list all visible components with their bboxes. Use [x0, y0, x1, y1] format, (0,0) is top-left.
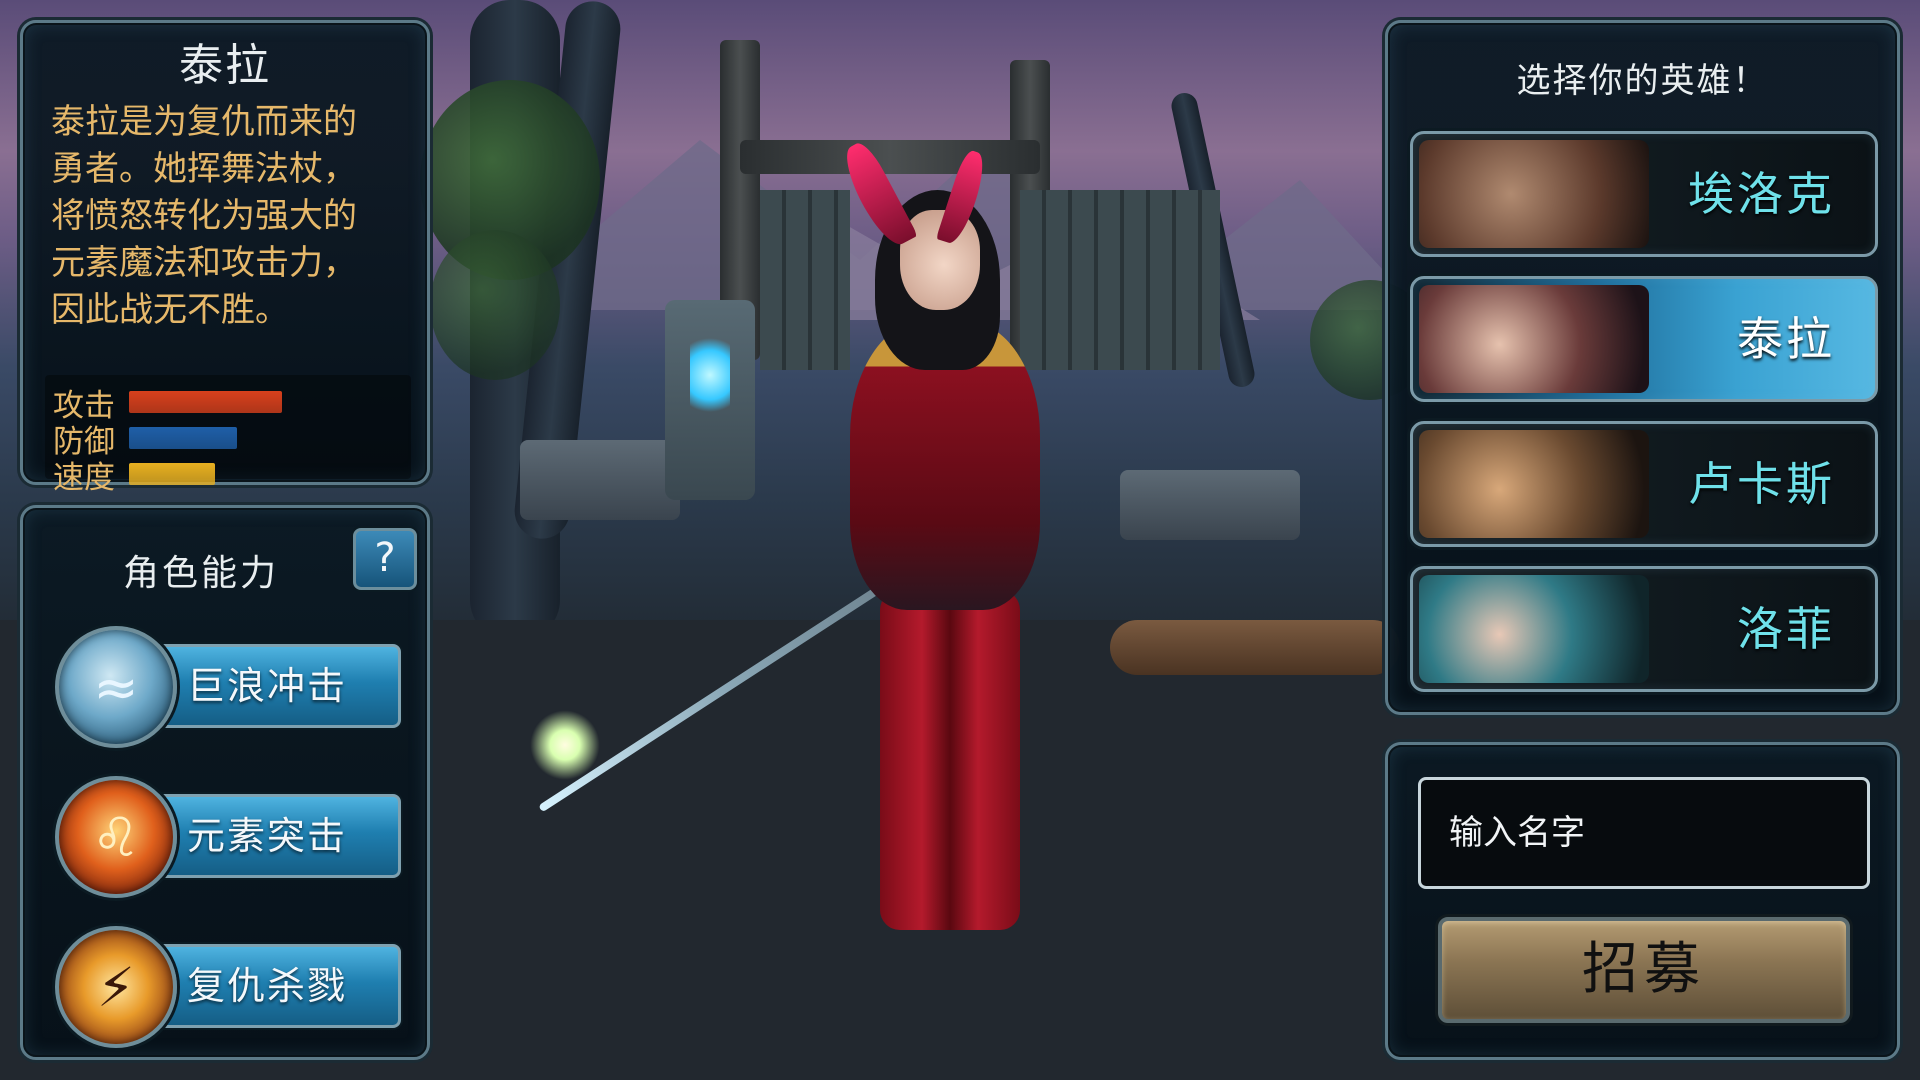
fire-lion-icon[interactable]: ♌ [55, 776, 177, 898]
ability-vengeance-slaughter[interactable]: 复仇杀戮 ⚡ [37, 918, 427, 1048]
log [1110, 620, 1400, 675]
hero-horn [836, 138, 918, 252]
ability-wave-strike[interactable]: 巨浪冲击 ≈ [37, 618, 427, 748]
abilities-title: 角色能力 [123, 553, 280, 594]
staff-orb-glow [530, 710, 600, 780]
hero-select-panel: 选择你的英雄！ 埃洛克 泰拉 卢卡斯 洛菲 [1385, 20, 1900, 715]
foliage [430, 230, 560, 380]
recruit-button[interactable]: 招募 [1438, 917, 1850, 1023]
stat-defense-bar [129, 427, 237, 449]
rock [1120, 470, 1300, 540]
hero-character-model[interactable] [530, 120, 1110, 960]
hero-legs [880, 590, 1020, 930]
hero-card-eloc[interactable]: 埃洛克 [1410, 131, 1878, 257]
name-input[interactable] [1418, 777, 1870, 889]
strike-icon[interactable]: ⚡ [55, 926, 177, 1048]
hero-description: 泰拉是为复仇而来的 勇者。她挥舞法杖， 将愤怒转化为强大的 元素魔法和攻击力， … [51, 102, 357, 330]
rock [520, 440, 680, 520]
hero-portrait [1419, 285, 1649, 393]
hero-card-tera[interactable]: 泰拉 [1410, 276, 1878, 402]
stat-speed: 速度 [53, 457, 215, 496]
stat-attack-bar [129, 391, 282, 413]
hero-card-name: 卢卡斯 [1688, 457, 1835, 511]
stat-speed-label: 速度 [53, 459, 115, 496]
hero-info-panel: 泰拉 泰拉是为复仇而来的 勇者。她挥舞法杖， 将愤怒转化为强大的 元素魔法和攻击… [20, 20, 430, 496]
hero-card-name: 泰拉 [1737, 312, 1835, 366]
hero-portrait [1419, 140, 1649, 248]
ability-elemental-assault[interactable]: 元素突击 ♌ [37, 768, 427, 898]
hero-card-luofei[interactable]: 洛菲 [1410, 566, 1878, 692]
abilities-panel: 角色能力 ? 巨浪冲击 ≈ 元素突击 ♌ 复仇杀戮 ⚡ [20, 505, 430, 1060]
hero-portrait [1419, 430, 1649, 538]
stat-defense: 防御 [53, 421, 237, 460]
help-button[interactable]: ? [353, 528, 417, 590]
hero-select-title: 选择你的英雄！ [1516, 61, 1769, 101]
hero-name-title: 泰拉 [179, 40, 271, 91]
hero-card-lucas[interactable]: 卢卡斯 [1410, 421, 1878, 547]
hero-portrait [1419, 575, 1649, 683]
hero-card-name: 埃洛克 [1688, 167, 1835, 221]
wave-icon[interactable]: ≈ [55, 626, 177, 748]
stat-speed-bar [129, 463, 215, 485]
hero-card-name: 洛菲 [1737, 602, 1835, 656]
stat-attack: 攻击 [53, 385, 282, 424]
recruit-panel: 招募 [1385, 742, 1900, 1060]
glowing-rune [690, 330, 730, 420]
